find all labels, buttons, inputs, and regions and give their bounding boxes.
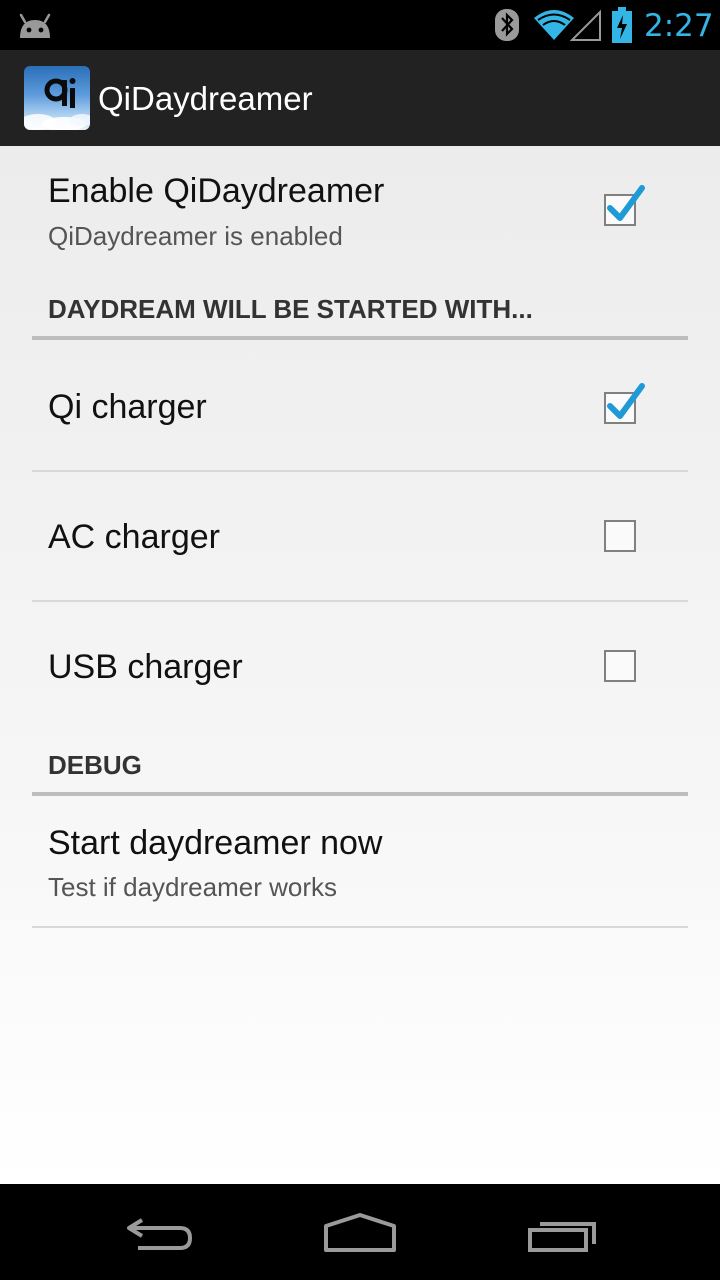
checkmark-icon [607, 185, 645, 221]
usb-charger-preference[interactable]: USB charger [32, 602, 688, 730]
enable-title: Enable QiDaydreamer [48, 172, 385, 210]
start-now-preference[interactable]: Start daydreamer now Test if daydreamer … [32, 796, 688, 926]
enable-checkbox[interactable] [604, 185, 645, 226]
android-icon [19, 13, 51, 38]
enable-summary: QiDaydreamer is enabled [48, 221, 343, 251]
qi-charger-title: Qi charger [48, 388, 207, 426]
checkmark-icon [607, 383, 645, 419]
preferences-list: Enable QiDaydreamer QiDaydreamer is enab… [0, 146, 720, 1184]
back-icon[interactable] [124, 1214, 196, 1254]
category-header-start: DAYDREAM WILL BE STARTED WITH... [48, 294, 533, 324]
battery-charging-icon [612, 7, 632, 43]
qi-charger-checkbox[interactable] [604, 383, 645, 424]
divider [32, 926, 688, 928]
recent-apps-icon[interactable] [526, 1216, 600, 1254]
usb-charger-title: USB charger [48, 648, 243, 686]
signal-icon [570, 9, 601, 41]
clock: 2:27 [644, 8, 714, 44]
app-title: QiDaydreamer [98, 80, 313, 117]
start-now-summary: Test if daydreamer works [48, 872, 337, 902]
qi-app-icon[interactable] [24, 66, 90, 130]
bluetooth-icon [495, 9, 519, 41]
category-header-debug: DEBUG [48, 750, 142, 780]
start-now-title: Start daydreamer now [48, 824, 383, 862]
ac-charger-checkbox[interactable] [604, 520, 636, 552]
enable-preference[interactable]: Enable QiDaydreamer QiDaydreamer is enab… [32, 146, 688, 282]
status-bar: 2:27 [0, 0, 720, 50]
ac-charger-preference[interactable]: AC charger [32, 472, 688, 600]
qi-charger-preference[interactable]: Qi charger [32, 340, 688, 470]
ac-charger-title: AC charger [48, 518, 220, 556]
navigation-bar [0, 1184, 720, 1280]
home-icon[interactable] [322, 1212, 398, 1254]
usb-charger-checkbox[interactable] [604, 650, 636, 682]
action-bar: QiDaydreamer [0, 50, 720, 146]
